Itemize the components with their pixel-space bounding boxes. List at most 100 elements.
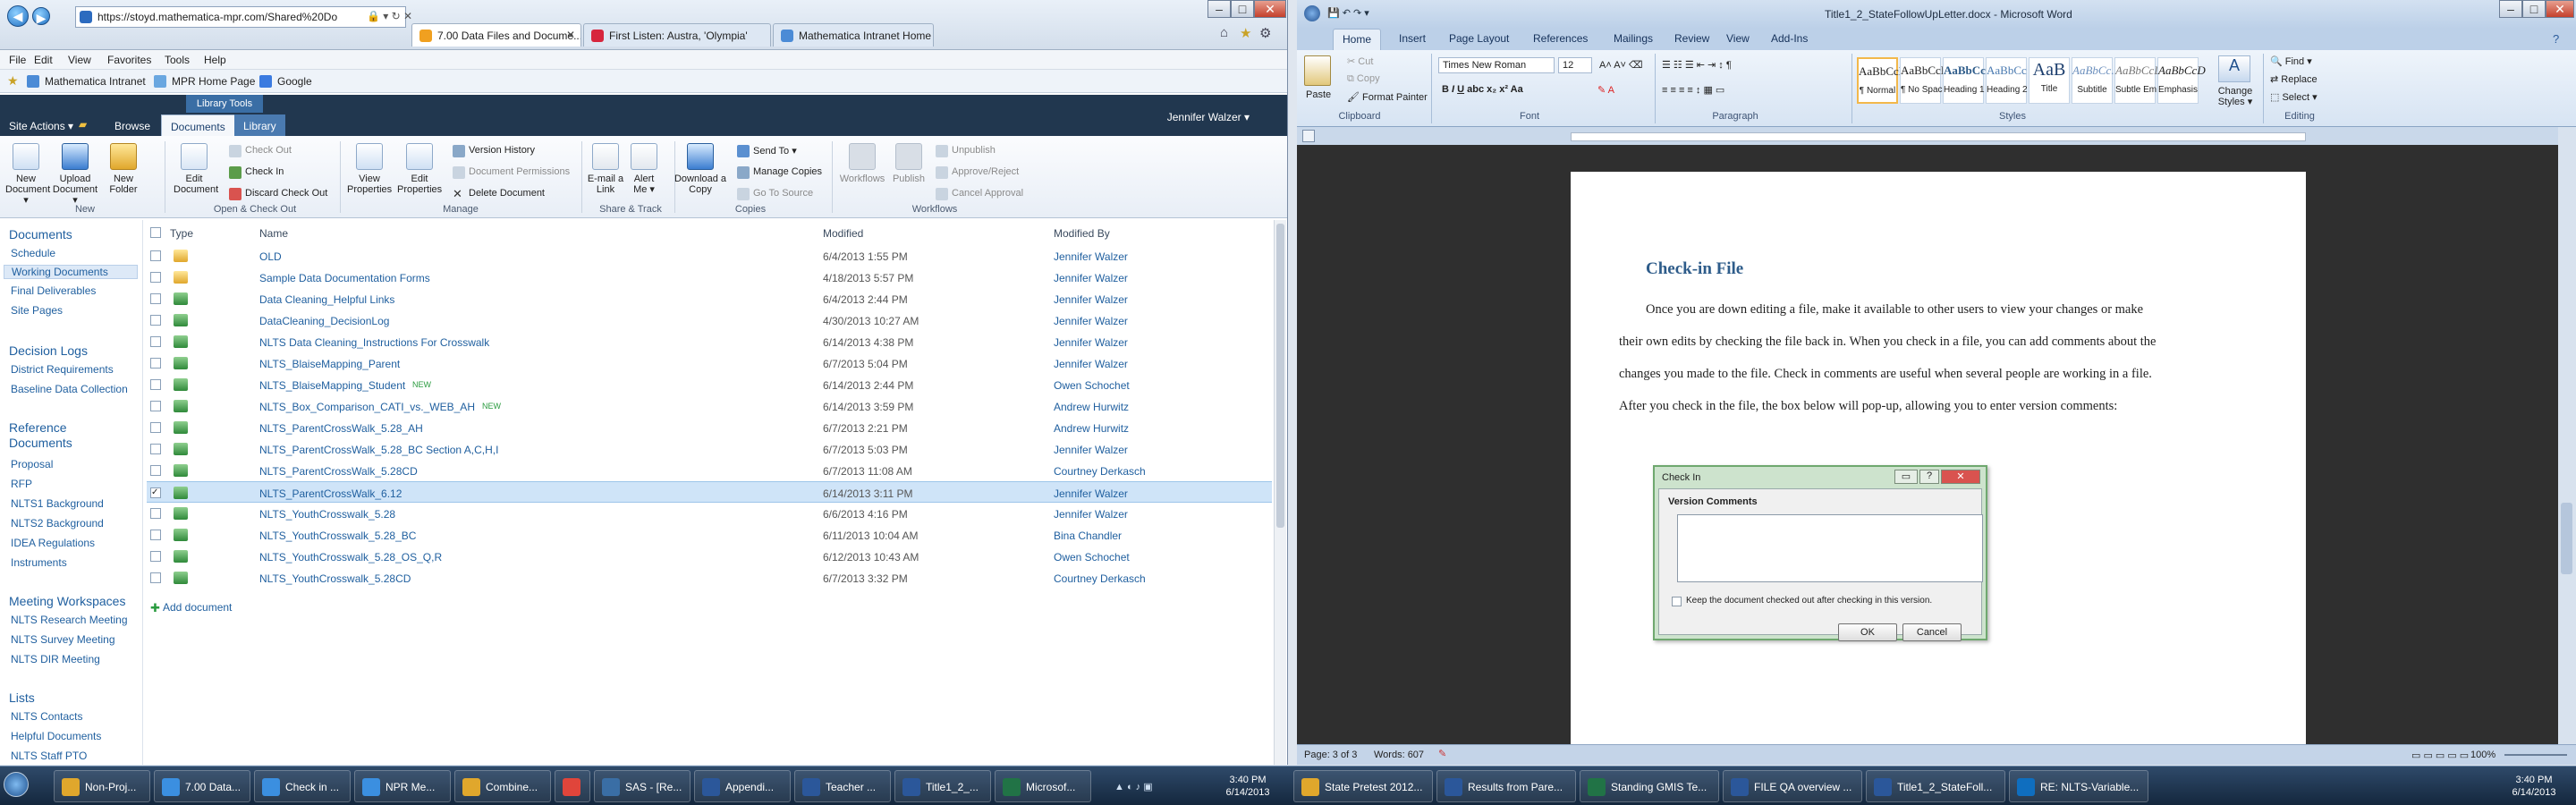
- document-name-link[interactable]: NLTS Data Cleaning_Instructions For Cros…: [259, 336, 489, 349]
- menu-tools[interactable]: Tools: [165, 54, 190, 66]
- fav-google[interactable]: Google: [259, 75, 312, 88]
- column-type[interactable]: Type: [170, 227, 193, 240]
- close-button[interactable]: ✕: [2546, 0, 2574, 18]
- document-name-link[interactable]: NLTS_ParentCrossWalk_5.28CD: [259, 465, 418, 478]
- document-name-link[interactable]: NLTS_YouthCrosswalk_5.28_BC: [259, 530, 416, 542]
- nav-baseline-data-collection[interactable]: Baseline Data Collection: [11, 383, 128, 395]
- download-copy-button[interactable]: Download a Copy: [673, 143, 728, 195]
- row-checkbox[interactable]: [150, 530, 161, 540]
- row-checkbox[interactable]: [150, 358, 161, 369]
- tab-insert[interactable]: Insert: [1399, 32, 1426, 45]
- table-row[interactable]: NLTS_YouthCrosswalk_5.28_BC 6/11/2013 10:…: [147, 524, 1272, 546]
- table-row[interactable]: NLTS_ParentCrossWalk_5.28_BC Section A,C…: [147, 438, 1272, 460]
- approve-reject-button[interactable]: Approve/Reject: [936, 166, 1019, 179]
- list-buttons[interactable]: ☰ ☷ ☰ ⇤ ⇥ ↕ ¶: [1662, 59, 1732, 71]
- document-permissions-button[interactable]: Document Permissions: [453, 166, 570, 179]
- taskbar-app-button[interactable]: Combine...: [454, 770, 551, 802]
- nav-instruments[interactable]: Instruments: [11, 556, 67, 569]
- modified-by-link[interactable]: Bina Chandler: [1054, 530, 1122, 542]
- check-in-button[interactable]: Check In: [229, 166, 284, 179]
- document-name-link[interactable]: NLTS_BlaiseMapping_Student: [259, 379, 405, 392]
- help-icon[interactable]: ?: [2553, 32, 2559, 46]
- maximize-button[interactable]: □: [1231, 0, 1254, 18]
- row-checkbox[interactable]: [150, 293, 161, 304]
- document-name-link[interactable]: NLTS_Box_Comparison_CATI_vs._WEB_AH: [259, 401, 475, 413]
- select-button[interactable]: ⬚ Select ▾: [2270, 91, 2318, 103]
- document-name-link[interactable]: NLTS_ParentCrossWalk_6.12: [259, 487, 402, 500]
- forward-button[interactable]: ▶: [32, 7, 50, 25]
- manage-copies-button[interactable]: Manage Copies: [737, 166, 822, 179]
- row-checkbox[interactable]: [150, 336, 161, 347]
- menu-edit[interactable]: Edit: [34, 54, 53, 66]
- taskbar-app-button[interactable]: Results from Pare...: [1436, 770, 1576, 802]
- table-row[interactable]: NLTS_YouthCrosswalk_5.28 6/6/2013 4:16 PM…: [147, 503, 1272, 524]
- row-checkbox[interactable]: [150, 572, 161, 583]
- clock-secondary[interactable]: 3:40 PM 6/14/2013: [2503, 774, 2565, 799]
- table-row[interactable]: NLTS_BlaiseMapping_Student NEW 6/14/2013 2…: [147, 374, 1272, 395]
- taskbar-app-button[interactable]: FILE QA overview ...: [1723, 770, 1862, 802]
- column-modified[interactable]: Modified: [823, 227, 863, 240]
- font-size-box[interactable]: 12: [1558, 57, 1592, 73]
- style-subtitle[interactable]: AaBbCc. Subtitle: [2072, 57, 2114, 104]
- font-grow-shrink[interactable]: A˄ A˅ ⌫: [1599, 59, 1643, 71]
- style-heading-2[interactable]: AaBbCc Heading 2: [1986, 57, 2028, 104]
- taskbar-app-button[interactable]: Check in ...: [254, 770, 351, 802]
- nav-final-deliverables[interactable]: Final Deliverables: [11, 284, 96, 297]
- new-document-button[interactable]: New Document ▾: [5, 143, 50, 206]
- folder-icon[interactable]: ▰: [79, 118, 87, 131]
- column-name[interactable]: Name: [259, 227, 288, 240]
- menu-favorites[interactable]: Favorites: [107, 54, 151, 66]
- nav-nlts2-background[interactable]: NLTS2 Background: [11, 517, 104, 530]
- scrollbar-thumb[interactable]: [2561, 503, 2572, 574]
- style-heading-1[interactable]: AaBbCc Heading 1: [1943, 57, 1986, 104]
- tab-data-files[interactable]: 7.00 Data Files and Docume... ✕: [411, 23, 581, 47]
- discard-check-out-button[interactable]: Discard Check Out: [229, 188, 327, 200]
- modified-by-link[interactable]: Jennifer Walzer: [1054, 487, 1128, 500]
- taskbar-app-button[interactable]: 7.00 Data...: [154, 770, 250, 802]
- modified-by-link[interactable]: Jennifer Walzer: [1054, 272, 1128, 284]
- copy-button[interactable]: ⧉ Copy: [1347, 73, 1380, 85]
- tab-selector[interactable]: [1302, 130, 1315, 142]
- nav-dir-meeting[interactable]: NLTS DIR Meeting: [11, 653, 100, 665]
- modified-by-link[interactable]: Owen Schochet: [1054, 379, 1130, 392]
- favorites-star-icon[interactable]: ★: [7, 73, 19, 89]
- row-checkbox[interactable]: [150, 551, 161, 562]
- view-properties-button[interactable]: View Properties: [347, 143, 392, 195]
- email-link-button[interactable]: E-mail a Link: [585, 143, 626, 195]
- table-row[interactable]: NLTS_ParentCrossWalk_5.28_AH 6/7/2013 2:2…: [147, 417, 1272, 438]
- font-color-buttons[interactable]: ✎ A: [1597, 84, 1614, 96]
- tab-view[interactable]: View: [1726, 32, 1750, 45]
- fav-mpr-home[interactable]: MPR Home Page: [154, 75, 255, 88]
- menu-view[interactable]: View: [68, 54, 91, 66]
- quick-access-toolbar[interactable]: 💾 ↶ ↷ ▾: [1327, 7, 1369, 19]
- modified-by-link[interactable]: Andrew Hurwitz: [1054, 401, 1129, 413]
- gear-icon[interactable]: ⚙: [1259, 25, 1271, 41]
- publish-button[interactable]: Publish: [889, 143, 928, 184]
- select-all-checkbox[interactable]: [150, 227, 161, 238]
- fav-mathematica-intranet[interactable]: Mathematica Intranet: [27, 75, 146, 88]
- style-no-spacing[interactable]: AaBbCcI ¶ No Spaci...: [1900, 57, 1952, 104]
- version-history-button[interactable]: Version History: [453, 145, 535, 157]
- document-name-link[interactable]: DataCleaning_DecisionLog: [259, 315, 389, 327]
- taskbar-app-button[interactable]: Standing GMIS Te...: [1580, 770, 1719, 802]
- row-checkbox[interactable]: [150, 444, 161, 454]
- document-name-link[interactable]: NLTS_ParentCrossWalk_5.28_AH: [259, 422, 423, 435]
- table-row[interactable]: NLTS_Box_Comparison_CATI_vs._WEB_AH NEW 6/…: [147, 395, 1272, 417]
- format-painter-button[interactable]: 🖌 Format Painter: [1347, 91, 1428, 103]
- add-icon[interactable]: ✚: [150, 601, 160, 615]
- taskbar-app-button[interactable]: NPR Me...: [354, 770, 451, 802]
- check-out-button[interactable]: Check Out: [229, 145, 292, 157]
- nav-working-documents[interactable]: Working Documents: [4, 265, 138, 279]
- add-document-link[interactable]: Add document: [163, 601, 232, 614]
- nav-heading-lists[interactable]: Lists: [9, 691, 35, 705]
- table-row[interactable]: NLTS_BlaiseMapping_Parent 6/7/2013 5:04 P…: [147, 352, 1272, 374]
- tab-page-layout[interactable]: Page Layout: [1449, 32, 1509, 45]
- table-row[interactable]: NLTS_YouthCrosswalk_5.28CD 6/7/2013 3:32 …: [147, 567, 1272, 589]
- row-checkbox[interactable]: [150, 315, 161, 326]
- row-checkbox[interactable]: [150, 508, 161, 519]
- word-count[interactable]: Words: 607: [1374, 750, 1424, 760]
- view-buttons[interactable]: ▭ ▭ ▭ ▭ ▭: [2411, 750, 2469, 761]
- nav-site-pages[interactable]: Site Pages: [11, 304, 63, 317]
- page-count[interactable]: Page: 3 of 3: [1304, 750, 1357, 760]
- document-name-link[interactable]: NLTS_YouthCrosswalk_5.28: [259, 508, 395, 521]
